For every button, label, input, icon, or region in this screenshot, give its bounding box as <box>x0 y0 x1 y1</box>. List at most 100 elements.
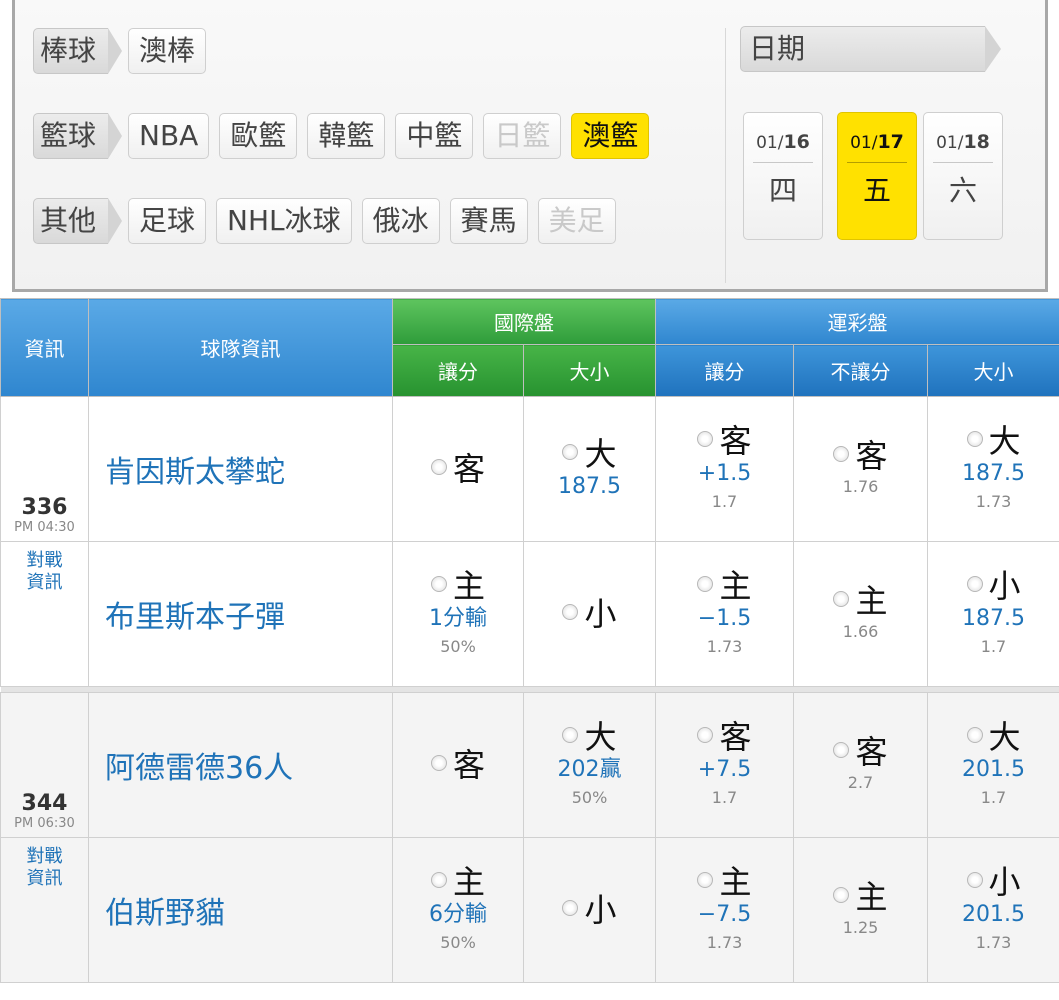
bet-option-label: 大 <box>584 435 617 473</box>
filter-panel: 棒球 澳棒 籃球 NBA 歐籃 韓籃 中籃 日籃 澳籃 其他 足球 NHL冰球 … <box>12 0 1048 292</box>
bet-option: 小 <box>928 568 1059 604</box>
radio-icon[interactable] <box>430 755 447 771</box>
bet-cell[interactable]: 客 +7.5 1.7 <box>655 692 794 838</box>
bet-cell[interactable]: 主 1分輸 50% <box>392 541 524 687</box>
header-lottery: 運彩盤 <box>654 298 1059 345</box>
team-name[interactable]: 阿德雷德36人 <box>88 692 393 838</box>
info-cell: 對戰 資訊 <box>0 541 89 687</box>
date-weekday: 六 <box>948 174 977 207</box>
sport-row-other: 其他 足球 NHL冰球 俄冰 賽馬 美足 <box>33 196 626 246</box>
bet-cell[interactable]: 客 +1.5 1.7 <box>655 396 794 542</box>
bet-option-label: 主 <box>452 567 485 605</box>
league-chip: 日籃 <box>483 113 562 159</box>
league-chip[interactable]: 俄冰 <box>361 198 440 244</box>
radio-icon[interactable] <box>833 887 850 903</box>
league-chip[interactable]: 賽馬 <box>449 198 528 244</box>
date-button[interactable]: 01/16 四 <box>743 112 823 240</box>
bet-cell[interactable]: 主 −1.5 1.73 <box>655 541 794 687</box>
league-chip-active[interactable]: 澳籃 <box>571 113 650 159</box>
radio-icon[interactable] <box>833 591 850 607</box>
radio-icon[interactable] <box>562 727 579 743</box>
sport-row-baseball: 棒球 澳棒 <box>33 26 216 76</box>
radio-icon[interactable] <box>430 576 447 592</box>
bet-cell[interactable]: 客 <box>392 692 524 838</box>
date-button-active[interactable]: 01/17 五 <box>837 112 917 240</box>
date-weekday: 五 <box>862 174 891 207</box>
sport-row-basketball: 籃球 NBA 歐籃 韓籃 中籃 日籃 澳籃 <box>33 111 659 161</box>
radio-icon[interactable] <box>562 444 579 460</box>
bet-cell[interactable]: 客 <box>392 396 524 542</box>
bet-odd: 1.7 <box>711 788 738 807</box>
bet-cell[interactable]: 主 −7.5 1.73 <box>655 837 794 983</box>
matchup-info-link[interactable]: 對戰 資訊 <box>1 550 88 594</box>
table-row: 344 PM 06:30 阿德雷德36人 客 大 202贏 50% 客 +7.5… <box>0 692 1059 838</box>
league-chip[interactable]: NBA <box>128 113 210 159</box>
bet-option-label: 大 <box>988 422 1021 460</box>
bet-cell[interactable]: 小 187.5 1.7 <box>926 541 1059 687</box>
radio-icon[interactable] <box>697 576 714 592</box>
bet-line: 6分輸 <box>429 902 487 927</box>
header-lot-ml: 不讓分 <box>793 344 928 397</box>
bet-odd: 1.73 <box>975 492 1012 511</box>
radio-icon[interactable] <box>697 872 714 888</box>
date-month: 01/ <box>850 133 878 153</box>
date-button[interactable]: 01/18 六 <box>923 112 1003 240</box>
bet-cell[interactable]: 小 <box>523 837 656 983</box>
bet-line: 1分輸 <box>429 606 487 631</box>
bet-cell[interactable]: 主 1.66 <box>793 541 928 687</box>
bet-cell[interactable]: 大 201.5 1.7 <box>926 692 1059 838</box>
radio-icon[interactable] <box>966 576 983 592</box>
bet-option-label: 主 <box>452 863 485 901</box>
league-chip[interactable]: 足球 <box>128 198 207 244</box>
bet-odd: 1.73 <box>706 637 743 656</box>
bet-option: 小 <box>524 596 655 632</box>
league-chip[interactable]: NHL冰球 <box>216 198 352 244</box>
bet-cell[interactable]: 大 187.5 <box>523 396 656 542</box>
radio-icon[interactable] <box>966 431 983 447</box>
bet-option-label: 主 <box>855 878 888 916</box>
team-name[interactable]: 伯斯野貓 <box>88 837 393 983</box>
bet-option: 主 <box>656 864 793 900</box>
bet-cell[interactable]: 小 <box>523 541 656 687</box>
date-month: 01/ <box>756 133 784 153</box>
game-time: PM 04:30 <box>14 520 75 535</box>
radio-icon[interactable] <box>833 742 850 758</box>
radio-icon[interactable] <box>966 872 983 888</box>
bet-option-label: 主 <box>719 863 752 901</box>
league-chip[interactable]: 歐籃 <box>219 113 298 159</box>
team-name[interactable]: 肯因斯太攀蛇 <box>88 396 393 542</box>
radio-icon[interactable] <box>562 604 579 620</box>
bet-option: 客 <box>656 423 793 459</box>
bet-cell[interactable]: 小 201.5 1.73 <box>926 837 1059 983</box>
bet-option-label: 小 <box>584 595 617 633</box>
bet-odd: 50% <box>440 933 476 952</box>
bet-cell[interactable]: 客 1.76 <box>793 396 928 542</box>
radio-icon[interactable] <box>833 446 850 462</box>
bet-option: 客 <box>794 734 927 770</box>
radio-icon[interactable] <box>430 459 447 475</box>
bet-cell[interactable]: 大 202贏 50% <box>523 692 656 838</box>
sport-tag: 其他 <box>33 198 123 244</box>
league-chip[interactable]: 澳棒 <box>128 28 207 74</box>
bet-option-label: 大 <box>988 718 1021 756</box>
league-chip[interactable]: 中籃 <box>395 113 474 159</box>
bet-cell[interactable]: 客 2.7 <box>793 692 928 838</box>
league-chip[interactable]: 韓籃 <box>307 113 386 159</box>
bet-cell[interactable]: 主 1.25 <box>793 837 928 983</box>
bet-option: 主 <box>794 879 927 915</box>
bet-cell[interactable]: 大 187.5 1.73 <box>926 396 1059 542</box>
table-row: 對戰 資訊 伯斯野貓 主 6分輸 50% 小 主 −7.5 1.73 主 1.2… <box>0 837 1059 983</box>
bet-option-label: 小 <box>988 863 1021 901</box>
radio-icon[interactable] <box>966 727 983 743</box>
matchup-info-link[interactable]: 對戰 資訊 <box>1 846 88 890</box>
radio-icon[interactable] <box>697 431 714 447</box>
team-name[interactable]: 布里斯本子彈 <box>88 541 393 687</box>
bet-cell[interactable]: 主 6分輸 50% <box>392 837 524 983</box>
date-md: 01/17 <box>838 131 916 153</box>
panel-divider <box>725 28 726 283</box>
radio-icon[interactable] <box>562 900 579 916</box>
header-intl: 國際盤 <box>392 298 656 345</box>
radio-icon[interactable] <box>697 727 714 743</box>
radio-icon[interactable] <box>430 872 447 888</box>
bet-odd: 1.66 <box>842 622 879 641</box>
